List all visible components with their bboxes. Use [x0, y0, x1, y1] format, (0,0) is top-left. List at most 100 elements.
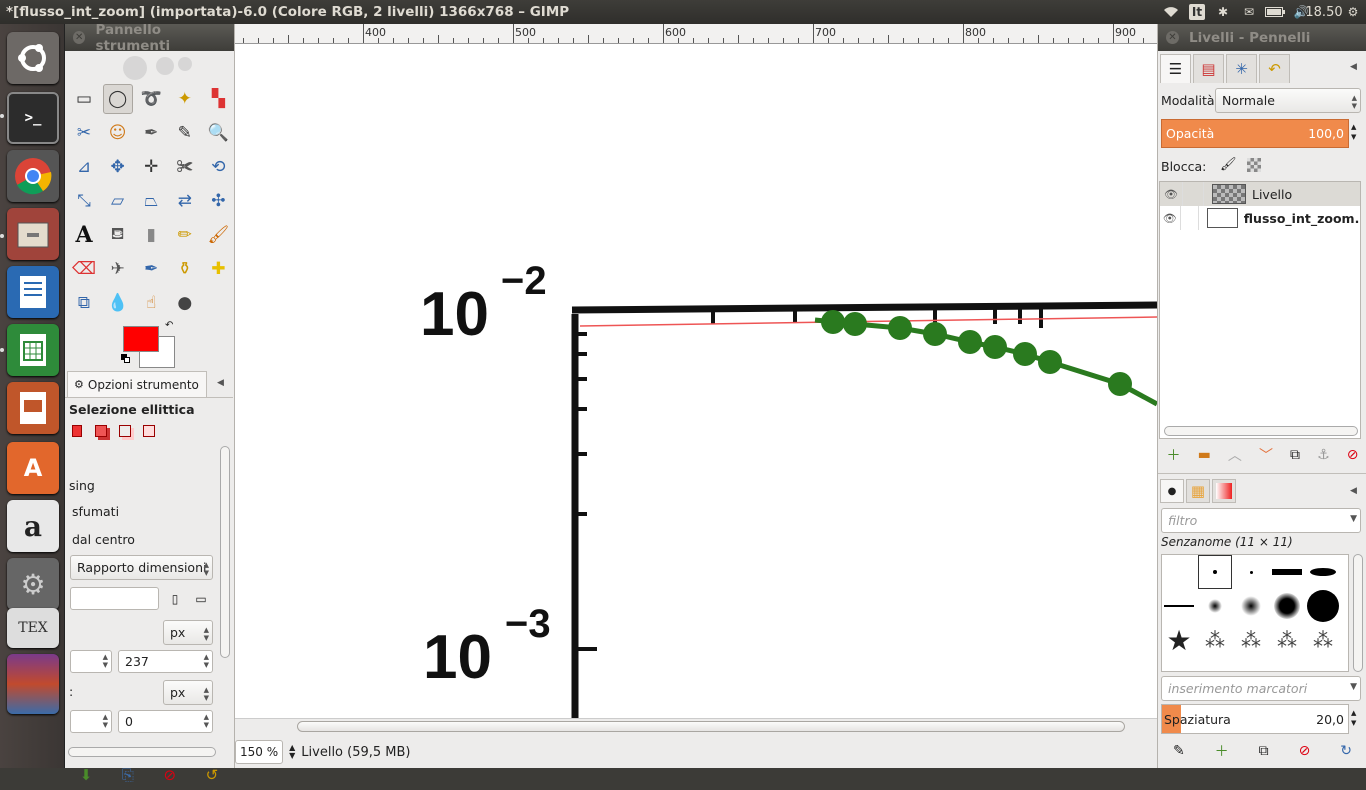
duplicate-layer-icon[interactable]: ⧉ [1290, 447, 1300, 463]
scissors-icon[interactable]: ✂ [69, 118, 99, 148]
new-brush-icon[interactable]: ＋ [1215, 741, 1229, 761]
texmaker-icon[interactable]: TEX [7, 608, 59, 648]
panel-menu-arrow-icon[interactable]: ◀ [1350, 62, 1357, 72]
mode-subtract-icon[interactable] [115, 422, 135, 440]
layer-hscroll[interactable] [1164, 426, 1358, 436]
position-unit-combo[interactable]: px ▲ ▼ [163, 620, 213, 645]
brush-item[interactable] [1234, 589, 1268, 623]
refresh-brushes-icon[interactable]: ↻ [1340, 743, 1352, 759]
clone-icon[interactable]: ⚱ [170, 254, 200, 284]
flip-icon[interactable]: ⇄ [170, 186, 200, 216]
raise-layer-icon[interactable]: ︿ [1228, 445, 1242, 465]
rotate-icon[interactable]: ⟲ [203, 152, 233, 182]
tab-undo[interactable]: ↶ [1259, 54, 1290, 83]
tab-brushes[interactable]: ● [1160, 479, 1184, 503]
brush-item[interactable] [1198, 555, 1232, 589]
perspective-icon[interactable]: ⏢ [136, 186, 166, 216]
pos-x-field[interactable]: ▲ ▼ [70, 650, 112, 673]
power-gear-icon[interactable]: ⚙ [1340, 0, 1366, 24]
smudge-icon[interactable]: ☝ [136, 288, 166, 318]
bluetooth-icon[interactable]: ✱ [1210, 0, 1236, 24]
mail-icon[interactable]: ✉ [1236, 0, 1262, 24]
cage-icon[interactable]: ✣ [203, 186, 233, 216]
anchor-layer-icon[interactable]: ⚓ [1317, 447, 1330, 463]
swap-colors-icon[interactable]: ↶ [165, 320, 173, 331]
save-options-icon[interactable]: ⬇ [80, 766, 93, 784]
delete-layer-icon[interactable]: ⊘ [1347, 447, 1359, 463]
color-picker-icon[interactable]: ✎ [170, 118, 200, 148]
chain-toggle[interactable] [1182, 182, 1204, 206]
brush-item[interactable] [1162, 589, 1196, 623]
align-icon[interactable]: ✛ [136, 152, 166, 182]
brush-item-splatter-icon[interactable]: ⁂ [1306, 623, 1340, 657]
default-colors-icon[interactable] [121, 354, 131, 364]
bucket-fill-icon[interactable]: ⛾ [103, 220, 133, 250]
reset-options-icon[interactable]: ↺ [206, 766, 219, 784]
move-icon[interactable]: ✥ [103, 152, 133, 182]
spacing-slider[interactable]: Spaziatura 20,0 [1161, 704, 1349, 734]
edit-brush-icon[interactable]: ✎ [1173, 743, 1185, 759]
chain-toggle[interactable] [1179, 206, 1200, 230]
zoom-icon[interactable]: 🔍 [203, 118, 233, 148]
text-icon[interactable]: A [69, 220, 99, 250]
dodge-burn-icon[interactable]: ● [170, 288, 200, 318]
layer-row[interactable]: 👁 flusso_int_zoom.pr [1160, 206, 1360, 230]
horizontal-ruler[interactable]: 400 500 600 700 800 900 [235, 24, 1157, 44]
visibility-eye-icon[interactable]: 👁 [1160, 188, 1182, 201]
rect-select-icon[interactable]: ▭ [69, 84, 99, 114]
opacity-slider[interactable]: Opacità 100,0 [1161, 119, 1349, 148]
lasso-icon[interactable]: ➰ [136, 84, 166, 114]
brush-item[interactable] [1306, 555, 1340, 589]
mode-replace-icon[interactable] [67, 422, 87, 440]
brush-item-splatter-icon[interactable]: ⁂ [1270, 623, 1304, 657]
chrome-icon[interactable] [7, 150, 59, 202]
restore-options-icon[interactable]: ⎘ [122, 766, 134, 784]
tab-layers[interactable]: ☰ [1160, 54, 1191, 83]
fuzzy-select-icon[interactable]: ✦ [170, 84, 200, 114]
color-select-icon[interactable]: ▚ [203, 84, 233, 114]
delete-options-icon[interactable]: ⊘ [164, 766, 177, 784]
new-group-icon[interactable]: ▬ [1198, 447, 1211, 463]
visibility-eye-icon[interactable]: 👁 [1160, 212, 1180, 225]
ellipse-select-icon[interactable]: ◯ [102, 84, 133, 114]
airbrush-icon[interactable]: ✈ [103, 254, 133, 284]
paintbrush-icon[interactable]: 🖌 [203, 220, 233, 250]
image-canvas[interactable]: 10 −2 10 −3 [235, 44, 1157, 718]
tag-combo[interactable]: inserimento marcatori ▼ [1161, 676, 1361, 701]
ratio-field[interactable] [70, 587, 159, 610]
keyboard-layout-indicator[interactable]: It [1184, 0, 1210, 24]
size-unit-combo[interactable]: px ▲ ▼ [163, 680, 213, 705]
tab-patterns[interactable]: ▦ [1186, 479, 1210, 503]
spacing-spin-arrows-icon[interactable]: ▲ ▼ [1351, 708, 1356, 728]
landscape-icon[interactable]: ▭ [191, 589, 211, 609]
brush-item-splatter-icon[interactable]: ⁂ [1234, 623, 1268, 657]
duplicate-brush-icon[interactable]: ⧉ [1259, 743, 1269, 759]
panel-menu-arrow-icon[interactable]: ◀ [217, 378, 224, 388]
pencil-icon[interactable]: ✏ [170, 220, 200, 250]
opacity-spin-arrows-icon[interactable]: ▲ ▼ [1351, 122, 1356, 142]
lock-alpha-icon[interactable] [1247, 158, 1261, 172]
canvas-hscroll[interactable] [235, 718, 1157, 734]
tab-channels[interactable]: ▤ [1193, 54, 1224, 83]
perspective-clone-icon[interactable]: ⧉ [69, 288, 99, 318]
options-vscroll[interactable] [220, 446, 230, 658]
tab-paths[interactable]: ✳ [1226, 54, 1257, 83]
software-center-icon[interactable]: A [7, 442, 59, 494]
panel-menu-arrow-icon[interactable]: ◀ [1350, 486, 1357, 496]
writer-icon[interactable] [7, 266, 59, 318]
brush-item-splatter-icon[interactable]: ⁂ [1198, 623, 1232, 657]
options-hscroll[interactable] [68, 747, 216, 757]
lock-pixels-icon[interactable]: 🖌 [1220, 157, 1237, 172]
shear-icon[interactable]: ▱ [103, 186, 133, 216]
foreground-color-swatch[interactable] [123, 326, 159, 352]
heal-icon[interactable]: ✚ [203, 254, 233, 284]
mode-add-icon[interactable] [91, 422, 111, 440]
brush-filter-combo[interactable]: filtro ▼ [1161, 508, 1361, 533]
brush-item[interactable] [1306, 589, 1340, 623]
size-h-field[interactable]: 0 ▲ ▼ [118, 710, 213, 733]
clock[interactable]: 18.50 [1305, 0, 1342, 24]
mode-intersect-icon[interactable] [139, 422, 159, 440]
brush-item[interactable] [1270, 589, 1304, 623]
calc-icon[interactable] [7, 324, 59, 376]
battery-icon[interactable] [1262, 0, 1288, 24]
